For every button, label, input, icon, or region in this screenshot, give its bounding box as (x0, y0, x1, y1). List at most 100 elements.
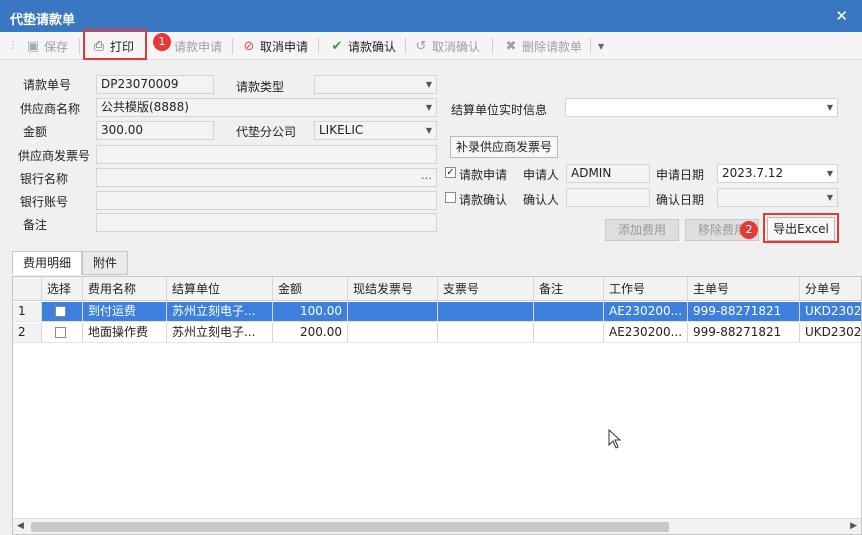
cell-remark (534, 323, 604, 342)
confirmer-field[interactable] (566, 188, 650, 207)
step-badge-2: 2 (740, 221, 758, 239)
amount-field[interactable]: 300.00 (96, 121, 214, 140)
confirm-date-picker[interactable]: ▼ (717, 188, 838, 207)
settle-info-label: 结算单位实时信息 (451, 103, 548, 117)
settle-info-select[interactable]: ▼ (565, 98, 838, 117)
bank-name-field[interactable]: … (96, 168, 437, 187)
supplier-value: 公共模版(8888) (101, 100, 189, 114)
table-row[interactable]: 1 到付运费 苏州立刻电子... 100.00 AE230200... 999-… (13, 302, 861, 322)
cell-cheque (438, 302, 534, 321)
delete-button[interactable]: ✖ 删除请款单 (500, 35, 586, 57)
toolbar-separator (318, 38, 319, 54)
column-header-hawb[interactable]: 分单号 (800, 277, 861, 300)
column-header-amount[interactable]: 金额 (273, 277, 348, 300)
scrollbar-thumb[interactable] (31, 522, 669, 532)
chevron-down-icon: ▼ (425, 103, 432, 112)
row-select-cell[interactable] (42, 302, 83, 321)
toolbar-separator (405, 38, 406, 54)
delete-x-icon: ✖ (505, 38, 517, 54)
row-select-checkbox[interactable] (55, 327, 66, 338)
amount-label: 金额 (23, 125, 48, 139)
bank-account-label: 银行账号 (20, 195, 69, 209)
request-confirm-checkbox[interactable] (445, 192, 456, 203)
scroll-left-icon[interactable]: ◀ (17, 521, 24, 531)
supplier-label: 供应商名称 (20, 102, 81, 116)
cell-remark (534, 302, 604, 321)
toolbar-overflow-chevron-icon[interactable]: ▼ (594, 35, 608, 57)
supplier-invoice-label: 供应商发票号 (18, 149, 91, 163)
applicant-field[interactable]: ADMIN (566, 164, 650, 183)
confirm-button[interactable]: ✔ 请款确认 (326, 35, 400, 57)
chevron-down-icon: ▼ (425, 80, 432, 89)
toolbar-separator (590, 38, 591, 54)
applicant-label: 申请人 (523, 168, 560, 182)
request-apply-checkbox[interactable]: ✓ (445, 167, 456, 178)
bank-account-field[interactable] (96, 191, 437, 210)
row-number: 1 (13, 302, 42, 321)
cell-amount: 100.00 (273, 302, 348, 321)
column-header-settle-unit[interactable]: 结算单位 (167, 277, 273, 300)
branch-value: LIKELIC (319, 123, 364, 137)
cell-mawb: 999-88271821 (688, 323, 800, 342)
column-header-fee-name[interactable]: 费用名称 (83, 277, 167, 300)
apply-date-value: 2023.7.12 (722, 166, 784, 180)
cell-fee-name: 到付运费 (83, 302, 167, 321)
cell-settle-unit: 苏州立刻电子... (167, 323, 273, 342)
mouse-cursor-icon (608, 429, 622, 449)
table-row[interactable]: 2 地面操作费 苏州立刻电子... 200.00 AE230200... 999… (13, 323, 861, 343)
cell-amount: 200.00 (273, 323, 348, 342)
close-icon[interactable]: ✕ (835, 7, 848, 25)
column-header-remark[interactable]: 备注 (534, 277, 604, 300)
toolbar-separator (79, 38, 80, 54)
save-icon: ▣ (26, 38, 40, 54)
column-header-mawb[interactable]: 主单号 (688, 277, 800, 300)
req-no-field[interactable]: DP23070009 (96, 75, 214, 94)
row-select-cell[interactable] (42, 323, 83, 342)
column-header-cash-invoice[interactable]: 现结发票号 (348, 277, 438, 300)
undo-icon: ↺ (415, 38, 427, 54)
cancel-confirm-label: 取消确认 (432, 39, 481, 54)
export-highlight (763, 213, 839, 243)
ellipsis-icon[interactable]: … (421, 169, 432, 184)
row-select-checkbox[interactable] (55, 306, 66, 317)
branch-label: 代垫分公司 (236, 125, 297, 139)
add-fee-button[interactable]: 添加费用 (605, 219, 679, 241)
supplier-select[interactable]: 公共模版(8888) ▼ (96, 98, 437, 117)
branch-select[interactable]: LIKELIC ▼ (314, 121, 437, 140)
save-button[interactable]: ▣ 保存 (22, 35, 72, 57)
chevron-down-icon: ▼ (826, 169, 833, 178)
cell-cash-invoice (348, 302, 438, 321)
column-header-cheque[interactable]: 支票号 (438, 277, 534, 300)
add-invoice-button[interactable]: 补录供应商发票号 (450, 136, 558, 158)
confirm-date-label: 确认日期 (656, 193, 705, 207)
toolbar-grip-icon[interactable]: ⋮ (8, 40, 18, 51)
column-header-job-no[interactable]: 工作号 (604, 277, 688, 300)
window-title: 代垫请款单 (10, 13, 76, 28)
cell-mawb: 999-88271821 (688, 302, 800, 321)
supplier-invoice-field[interactable] (96, 145, 437, 164)
column-header-select[interactable]: 选择 (42, 277, 83, 300)
fee-grid: 选择 费用名称 结算单位 金额 现结发票号 支票号 备注 工作号 主单号 分单号… (12, 276, 862, 535)
row-number-header (13, 277, 42, 300)
toolbar-separator (492, 38, 493, 54)
apply-date-picker[interactable]: 2023.7.12 ▼ (717, 164, 838, 183)
print-highlight (83, 29, 147, 60)
request-confirm-label: 请款确认 (459, 193, 508, 207)
confirm-label: 请款确认 (348, 39, 397, 54)
scroll-right-icon[interactable]: ▶ (850, 521, 857, 531)
grid-header: 选择 费用名称 结算单位 金额 现结发票号 支票号 备注 工作号 主单号 分单号 (13, 277, 861, 301)
cancel-confirm-button[interactable]: ↺ 取消确认 (410, 35, 484, 57)
tab-fee-details[interactable]: 费用明细 (12, 251, 82, 275)
step-badge-1: 1 (153, 33, 171, 51)
remark-label: 备注 (23, 218, 48, 232)
horizontal-scrollbar[interactable]: ◀ ▶ (13, 518, 861, 534)
cancel-request-label: 取消申请 (260, 39, 309, 54)
window-titlebar: 代垫请款单 ✕ (0, 0, 862, 32)
cell-hawb: UKD23023 (800, 323, 861, 342)
req-type-select[interactable]: ▼ (314, 75, 437, 94)
toolbar-separator (232, 38, 233, 54)
row-number: 2 (13, 323, 42, 342)
tab-attachments[interactable]: 附件 (82, 251, 128, 275)
cancel-request-button[interactable]: ⊘ 取消申请 (238, 35, 312, 57)
remark-field[interactable] (96, 213, 437, 232)
